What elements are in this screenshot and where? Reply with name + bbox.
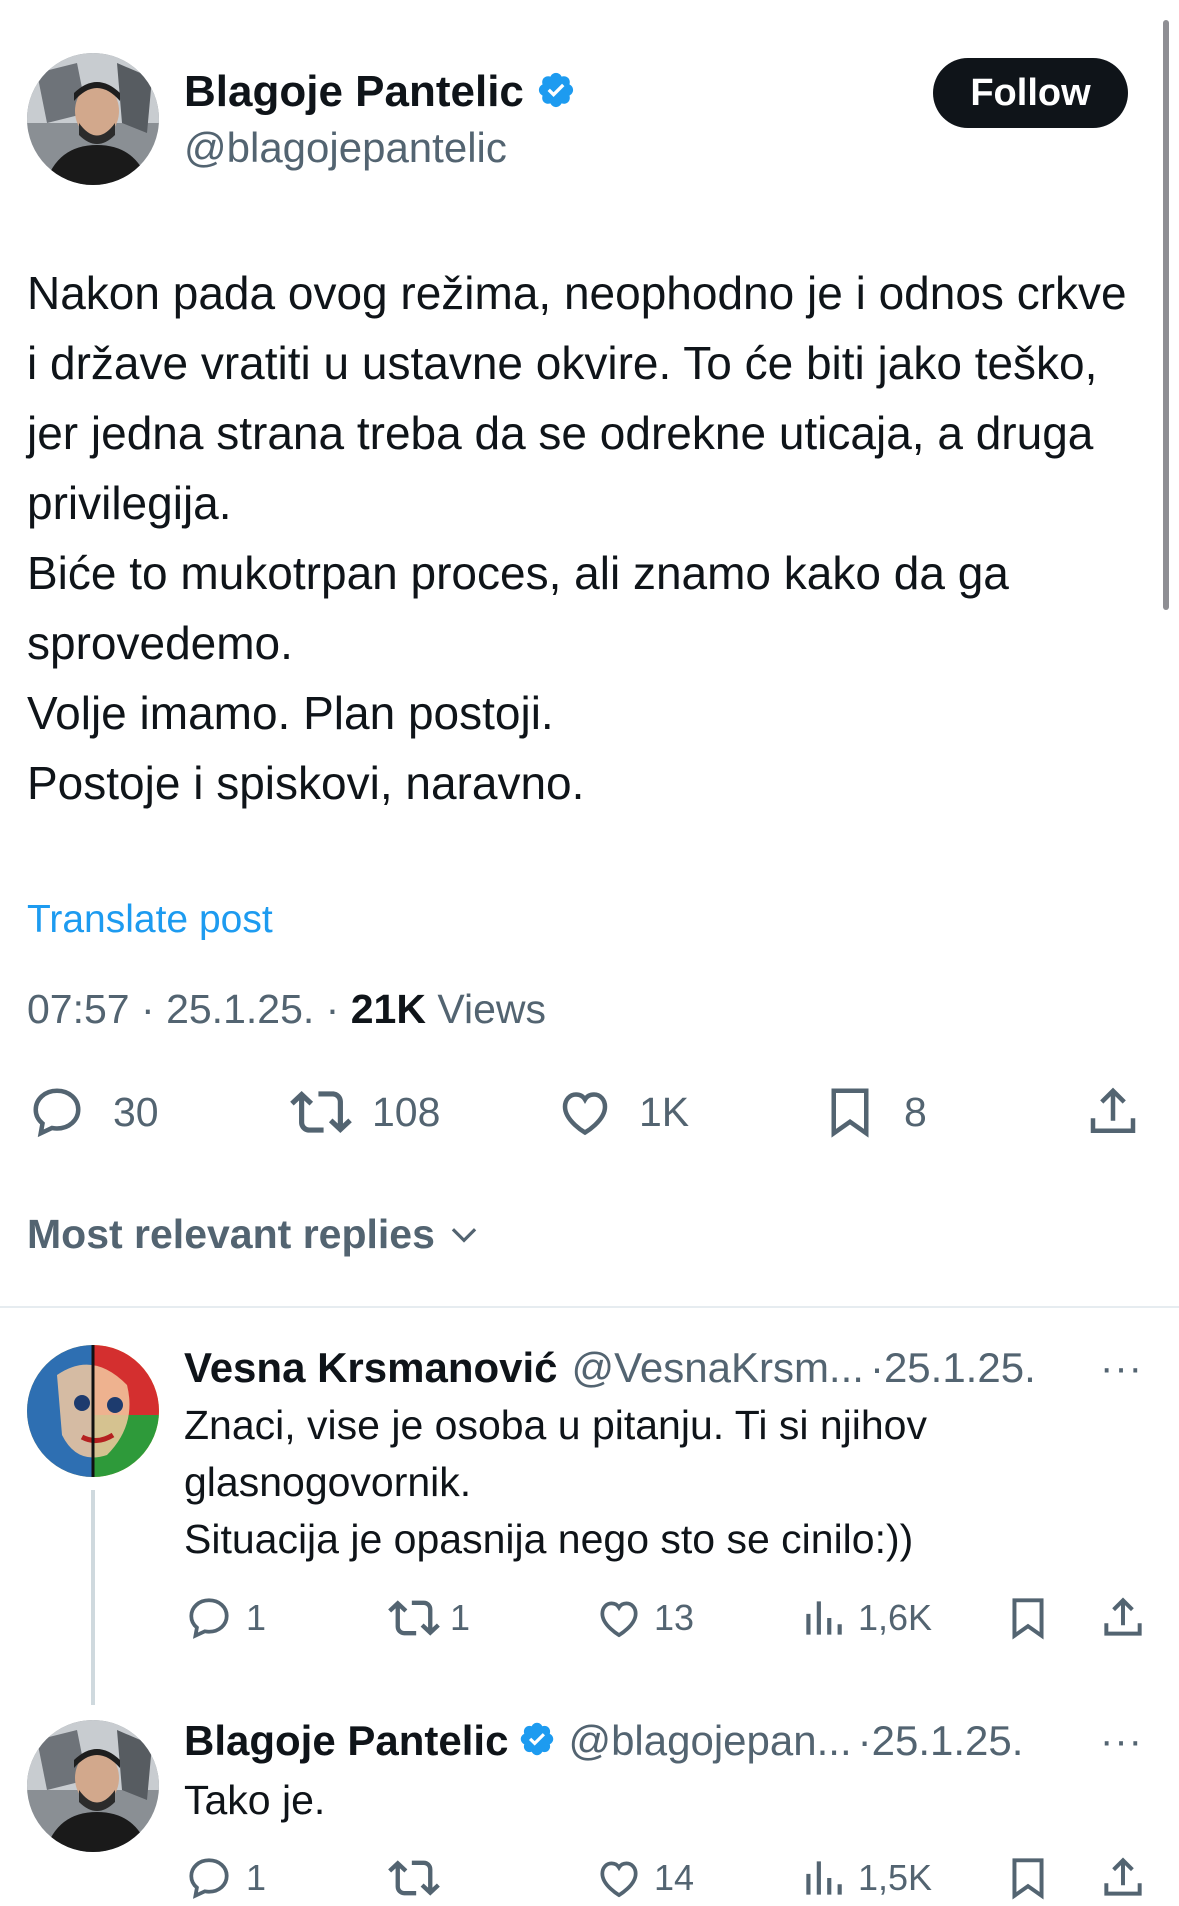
tweet-date[interactable]: 25.1.25. <box>166 986 314 1032</box>
reply-share-button[interactable] <box>1098 1850 1148 1906</box>
reply-author-name[interactable]: Blagoje Pantelic <box>184 1717 508 1765</box>
meta-separator: · <box>325 986 340 1032</box>
reply-bookmark-button[interactable] <box>1003 1850 1053 1906</box>
bookmark-icon <box>1003 1853 1053 1903</box>
reply-share-button[interactable] <box>1098 1590 1148 1646</box>
analytics-icon <box>798 1593 848 1643</box>
views-label: Views <box>437 986 546 1032</box>
scrollbar[interactable] <box>1163 20 1169 610</box>
reply-icon <box>27 1082 87 1142</box>
reply-author-handle[interactable]: @blagojepan... <box>568 1717 851 1765</box>
reply-author-name[interactable]: Vesna Krsmanović <box>184 1344 558 1392</box>
heart-icon <box>594 1853 644 1903</box>
repost-button[interactable]: 108 <box>290 1080 440 1144</box>
tweet-time: 07:57 <box>27 986 130 1032</box>
reply-icon <box>184 1593 234 1643</box>
reply-avatar[interactable] <box>27 1345 159 1477</box>
author-name-row: Blagoje Pantelic <box>184 64 576 120</box>
reply-reply-button[interactable]: 1 <box>184 1850 266 1906</box>
analytics-icon <box>798 1853 848 1903</box>
author-name[interactable]: Blagoje Pantelic <box>184 67 524 117</box>
reply-text: Znaci, vise je osoba u pitanju. Ti si nj… <box>184 1402 927 1562</box>
repost-icon <box>290 1081 352 1143</box>
reply-repost-button[interactable]: 1 <box>388 1590 470 1646</box>
reply-like-button[interactable]: 13 <box>594 1590 694 1646</box>
reply-button[interactable]: 30 <box>27 1080 159 1144</box>
reply-views-count: 1,6K <box>858 1597 933 1638</box>
translate-post-link[interactable]: Translate post <box>27 895 273 945</box>
bookmark-button[interactable]: 8 <box>820 1080 927 1144</box>
author-avatar[interactable] <box>27 53 159 185</box>
reply-reply-count: 1 <box>246 1857 267 1898</box>
more-options-icon[interactable]: ··· <box>1100 1713 1143 1769</box>
bookmark-icon <box>820 1082 880 1142</box>
share-icon <box>1098 1853 1148 1903</box>
meta-separator: · <box>857 1717 872 1764</box>
repost-icon <box>388 1852 440 1904</box>
share-icon <box>1083 1082 1143 1142</box>
reply-header: Vesna Krsmanović @VesnaKrsm... · 25.1.25… <box>184 1340 1036 1396</box>
verified-badge-icon <box>518 1720 556 1763</box>
repost-count: 108 <box>372 1088 441 1135</box>
reply-avatar[interactable] <box>27 1720 159 1852</box>
bookmark-icon <box>1003 1593 1053 1643</box>
reply-date[interactable]: 25.1.25. <box>884 1344 1036 1392</box>
reply-views-count: 1,5K <box>858 1857 933 1898</box>
reply-views-button[interactable]: 1,6K <box>798 1590 932 1646</box>
reply-repost-count: 1 <box>450 1597 471 1638</box>
reply-like-button[interactable]: 14 <box>594 1850 694 1906</box>
divider <box>0 1306 1179 1308</box>
reply-views-button[interactable]: 1,5K <box>798 1850 932 1906</box>
reply-icon <box>184 1853 234 1903</box>
like-count: 1K <box>639 1088 690 1135</box>
reply-header: Blagoje Pantelic @blagojepan... · 25.1.2… <box>184 1713 1023 1769</box>
meta-separator: · <box>141 986 155 1032</box>
heart-icon <box>555 1082 615 1142</box>
reply-reply-count: 1 <box>246 1597 267 1638</box>
meta-separator: · <box>869 1344 884 1391</box>
views-count: 21K <box>350 986 426 1032</box>
reply-repost-button[interactable] <box>388 1850 440 1906</box>
like-button[interactable]: 1K <box>555 1080 689 1144</box>
reply-author-handle[interactable]: @VesnaKrsm... <box>572 1344 864 1392</box>
tweet-text: Nakon pada ovog režima, neophodno je i o… <box>27 267 1127 809</box>
follow-button[interactable]: Follow <box>933 58 1128 128</box>
reply-count: 30 <box>113 1088 159 1135</box>
reply-text: Tako je. <box>184 1777 326 1823</box>
verified-badge-icon <box>536 70 576 115</box>
replies-sort-dropdown[interactable]: Most relevant replies <box>27 1206 483 1262</box>
replies-sort-label: Most relevant replies <box>27 1210 435 1257</box>
bookmark-count: 8 <box>904 1088 927 1135</box>
reply-like-count: 14 <box>654 1857 695 1898</box>
repost-icon <box>388 1592 440 1644</box>
chevron-down-icon <box>445 1215 483 1253</box>
reply-reply-button[interactable]: 1 <box>184 1590 266 1646</box>
more-options-icon[interactable]: ··· <box>1100 1340 1143 1396</box>
author-handle[interactable]: @blagojepantelic <box>184 122 507 174</box>
share-icon <box>1098 1593 1148 1643</box>
share-button[interactable] <box>1083 1080 1143 1144</box>
reply-bookmark-button[interactable] <box>1003 1590 1053 1646</box>
reply-date[interactable]: 25.1.25. <box>872 1717 1024 1765</box>
thread-line <box>91 1490 95 1705</box>
tweet-meta: 07:57 · 25.1.25. · 21K Views <box>27 983 546 1035</box>
heart-icon <box>594 1593 644 1643</box>
reply-like-count: 13 <box>654 1597 695 1638</box>
